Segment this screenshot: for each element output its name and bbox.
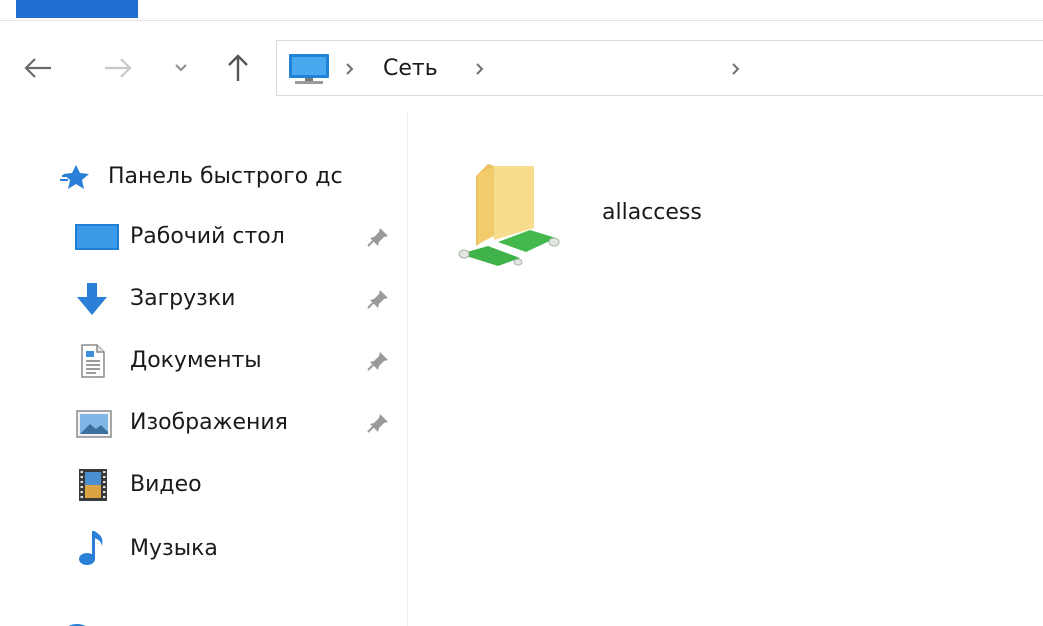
address-history-chevron-icon[interactable] — [729, 55, 743, 83]
content-area: allaccess — [410, 112, 1043, 626]
network-share-folder-icon — [458, 164, 560, 266]
up-button[interactable] — [218, 48, 258, 88]
sidebar-item-music[interactable]: Музыка — [0, 524, 408, 570]
ribbon-divider — [0, 20, 1043, 21]
forward-button[interactable] — [98, 48, 138, 88]
video-icon — [78, 468, 108, 502]
music-icon — [78, 528, 106, 566]
cloud-icon — [62, 618, 92, 626]
sidebar-item-label: Изображения — [130, 410, 288, 435]
sidebar-item-quick-access[interactable]: Панель быстрого дс — [0, 154, 408, 200]
file-item-allaccess[interactable]: allaccess — [458, 136, 758, 266]
pictures-icon — [76, 410, 112, 438]
sidebar-item-label: Музыка — [130, 536, 218, 561]
pin-icon — [367, 228, 388, 247]
sidebar-item-label: Рабочий стол — [130, 224, 285, 249]
desktop-icon — [74, 222, 120, 252]
navigation-pane: Панель быстрого дс Рабочий стол Загрузки — [0, 112, 408, 626]
breadcrumb-separator-icon[interactable] — [343, 55, 357, 83]
pin-icon — [367, 290, 388, 309]
sidebar-item-label: Панель быстрого дс — [108, 164, 343, 189]
file-name: allaccess — [602, 200, 702, 225]
back-button[interactable] — [18, 48, 58, 88]
sidebar-item-label: Видео — [130, 472, 202, 497]
sidebar-item-pictures[interactable]: Изображения — [0, 400, 408, 446]
pane-divider — [407, 112, 408, 626]
sidebar-item-downloads[interactable]: Загрузки — [0, 276, 408, 322]
address-bar[interactable]: Сеть — [276, 40, 1043, 96]
pin-icon — [367, 414, 388, 433]
sidebar-item-label: Документы — [130, 348, 262, 373]
ribbon-active-tab-indicator — [16, 0, 138, 18]
breadcrumb-separator-icon[interactable] — [473, 55, 487, 83]
chevron-down-icon — [175, 64, 187, 72]
computer-icon — [289, 54, 329, 84]
recent-locations-button[interactable] — [166, 48, 196, 88]
up-arrow-icon — [228, 54, 248, 81]
sidebar-item-partial — [0, 608, 408, 626]
breadcrumb-network[interactable]: Сеть — [383, 55, 438, 83]
sidebar-item-desktop[interactable]: Рабочий стол — [0, 214, 408, 260]
pin-icon — [367, 352, 388, 371]
download-icon — [76, 282, 108, 316]
sidebar-item-video[interactable]: Видео — [0, 462, 408, 508]
star-icon — [60, 164, 92, 190]
forward-arrow-icon — [105, 58, 132, 78]
documents-icon — [80, 344, 106, 378]
back-arrow-icon — [24, 58, 51, 78]
sidebar-item-documents[interactable]: Документы — [0, 338, 408, 384]
sidebar-item-label: Загрузки — [130, 286, 236, 311]
